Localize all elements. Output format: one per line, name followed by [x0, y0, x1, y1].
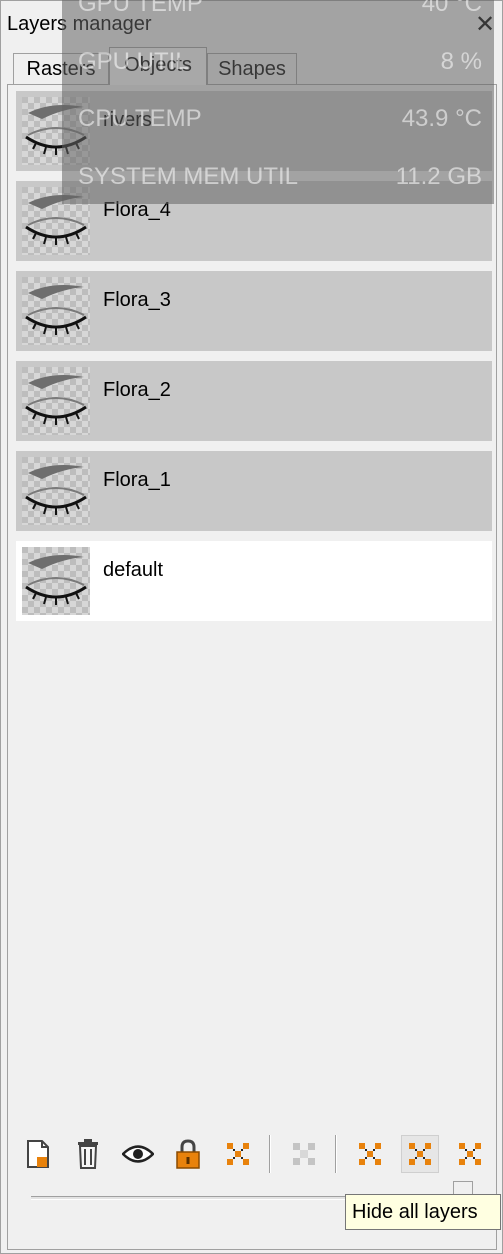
layer-thumbnail	[22, 457, 90, 525]
layer-row-flora-1[interactable]: Flora_1	[16, 451, 492, 531]
layer-name: default	[103, 559, 164, 581]
layer-thumbnail	[22, 187, 90, 255]
close-button[interactable]: ✕	[472, 11, 498, 39]
layer-name: Flora_2	[103, 379, 171, 401]
dots-gray-icon	[293, 1143, 315, 1165]
layer-thumbnail	[22, 97, 90, 165]
new-layer-icon	[27, 1140, 49, 1168]
window-title: Layers manager	[7, 13, 152, 35]
toolbar-separator	[335, 1135, 337, 1173]
layer-action-disabled-button[interactable]	[285, 1135, 323, 1173]
dots-icon	[409, 1143, 431, 1165]
layer-row-rivers[interactable]: rivers	[16, 91, 492, 171]
tab-rasters[interactable]: Rasters	[13, 53, 109, 85]
layer-name: Flora_1	[103, 469, 171, 491]
layer-name: Flora_4	[103, 199, 171, 221]
layer-thumbnail	[22, 367, 90, 435]
layer-name: rivers	[103, 109, 152, 131]
toolbar-separator	[269, 1135, 271, 1173]
delete-layer-button[interactable]	[69, 1135, 107, 1173]
tooltip: Hide all layers	[345, 1194, 501, 1230]
layer-row-flora-4[interactable]: Flora_4	[16, 181, 492, 261]
layer-row-flora-3[interactable]: Flora_3	[16, 271, 492, 351]
layer-name: Flora_3	[103, 289, 171, 311]
layer-row-flora-2[interactable]: Flora_2	[16, 361, 492, 441]
new-layer-button[interactable]	[19, 1135, 57, 1173]
lock-button[interactable]	[169, 1135, 207, 1173]
layer-thumbnail	[22, 277, 90, 345]
dots-icon	[359, 1143, 381, 1165]
show-all-layers-button[interactable]	[351, 1135, 389, 1173]
title-bar: Layers manager ✕	[1, 9, 503, 43]
visibility-button[interactable]	[119, 1135, 157, 1173]
tab-shapes[interactable]: Shapes	[207, 53, 297, 85]
dots-icon	[227, 1143, 249, 1165]
eye-icon	[122, 1145, 154, 1163]
delete-icon	[78, 1139, 98, 1169]
tab-objects[interactable]: Objects	[109, 47, 207, 85]
layers-manager-window: Layers manager ✕ Rasters Objects Shapes …	[0, 0, 503, 1254]
hide-all-layers-button[interactable]	[401, 1135, 439, 1173]
dots-icon	[459, 1143, 481, 1165]
layers-toolbar	[15, 1131, 491, 1177]
layer-row-default[interactable]: default	[16, 541, 492, 621]
lock-all-layers-button[interactable]	[451, 1135, 489, 1173]
layer-action-button[interactable]	[219, 1135, 257, 1173]
layers-panel: rivers Flora_4 Flora_3 Flora_2 Flora_1 d…	[7, 84, 497, 1250]
lock-icon	[176, 1139, 200, 1169]
layer-thumbnail	[22, 547, 90, 615]
